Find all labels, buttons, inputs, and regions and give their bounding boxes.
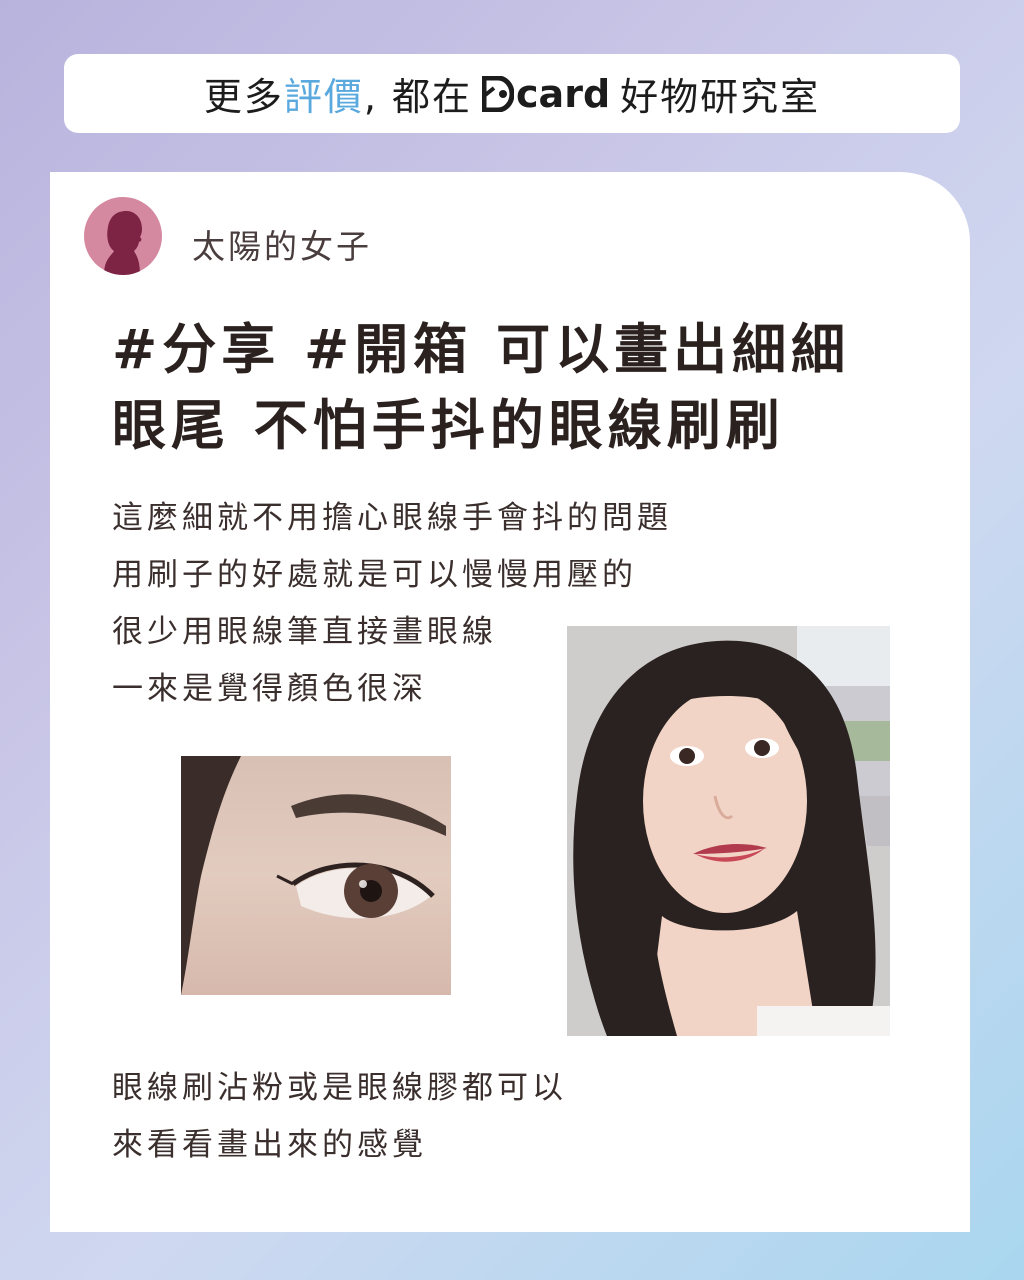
body-line: 眼線刷沾粉或是眼線膠都可以 xyxy=(112,1070,567,1106)
title-line: 眼尾 不怕手抖的眼線刷刷 xyxy=(112,394,785,457)
body-line: 來看看畫出來的感覺 xyxy=(112,1127,427,1163)
post-title: #分享 #開箱 可以畫出細細 眼尾 不怕手抖的眼線刷刷 xyxy=(112,312,912,464)
author-name[interactable]: 太陽的女子 xyxy=(192,220,372,268)
banner-prefix: 更多 xyxy=(203,75,284,119)
title-line: #分享 #開箱 可以畫出細細 xyxy=(112,318,851,381)
body-line: 這麼細就不用擔心眼線手會抖的問題 xyxy=(112,500,672,536)
banner-suffix: 好物研究室 xyxy=(620,75,821,119)
post-body-bottom: 眼線刷沾粉或是眼線膠都可以 來看看畫出來的感覺 xyxy=(112,1060,752,1174)
dcard-logo: card xyxy=(481,71,611,116)
selfie-photo[interactable] xyxy=(567,626,890,1036)
body-line: 用刷子的好處就是可以慢慢用壓的 xyxy=(112,557,637,593)
banner-accent: 評價 xyxy=(283,75,364,119)
eye-closeup-photo[interactable] xyxy=(181,756,451,995)
avatar-silhouette-icon xyxy=(104,211,142,275)
header-banner[interactable]: 更多 評價 , 都在 card 好物研究室 xyxy=(64,54,960,133)
dcard-logo-text: card xyxy=(516,71,611,116)
dcard-logo-icon xyxy=(481,75,515,112)
post-card: 太陽的女子 #分享 #開箱 可以畫出細細 眼尾 不怕手抖的眼線刷刷 這麼細就不用… xyxy=(50,172,970,1232)
banner-middle: , 都在 xyxy=(363,75,473,119)
avatar[interactable] xyxy=(84,197,162,275)
